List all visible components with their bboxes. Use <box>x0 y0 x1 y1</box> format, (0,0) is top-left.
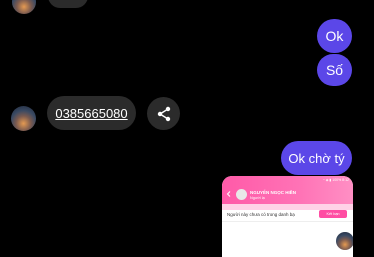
screenshot-image-message[interactable]: ◔ ◈ ▮ 100% 8:12 NGUYỄN NGỌC HIỀN Người l… <box>222 176 353 257</box>
share-icon <box>157 106 170 121</box>
thumbnail-contact-avatar <box>236 189 247 200</box>
message-text: Ok <box>325 28 344 44</box>
sender-avatar-top[interactable] <box>12 0 36 14</box>
thumbnail-contact-status: Người lạ <box>250 196 265 200</box>
outgoing-message-so[interactable]: Số <box>317 54 352 86</box>
thumbnail-divider <box>222 221 353 222</box>
sender-avatar[interactable] <box>11 106 36 131</box>
message-text: Số <box>325 62 344 78</box>
thumbnail-header: ◔ ◈ ▮ 100% 8:12 NGUYỄN NGỌC HIỀN Người l… <box>222 176 353 204</box>
phone-number-message[interactable]: 0385665080 <box>47 96 136 130</box>
incoming-message-bubble-top[interactable] <box>48 0 88 8</box>
back-arrow-icon <box>226 191 231 197</box>
outgoing-message-ok[interactable]: Ok <box>317 19 352 53</box>
message-text: Ok chờ tý <box>288 150 345 166</box>
thumbnail-status-bar: ◔ ◈ ▮ 100% 8:12 <box>322 178 349 182</box>
phone-number-link[interactable]: 0385665080 <box>55 106 127 121</box>
thumbnail-contact-name: NGUYỄN NGỌC HIỀN <box>250 190 297 195</box>
thumbnail-notice: Người này chưa có trong danh bạ <box>227 212 295 217</box>
thumbnail-avatar <box>336 232 353 250</box>
thumbnail-add-friend-button: Kết bạn <box>319 210 347 218</box>
outgoing-message-ok-cho-ty[interactable]: Ok chờ tý <box>281 141 352 175</box>
share-button[interactable] <box>147 97 180 130</box>
